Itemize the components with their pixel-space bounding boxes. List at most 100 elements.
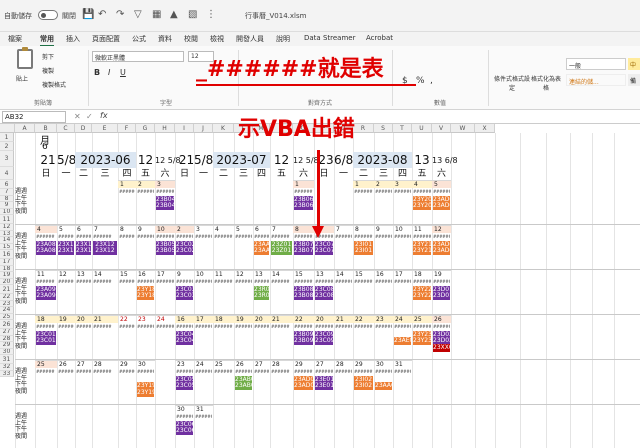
day-cell[interactable]: 8 (353, 225, 374, 233)
tab-10[interactable]: Data Streamer (304, 34, 355, 42)
day-cell[interactable]: 11 (35, 270, 57, 278)
event-badge[interactable]: 23Y22 (413, 292, 431, 300)
day-cell[interactable]: 25 (213, 360, 234, 368)
day-cell[interactable]: 24 (194, 360, 213, 368)
event-badge[interactable]: 23C07 (315, 247, 333, 255)
day-cell[interactable]: 19 (432, 270, 451, 278)
day-cell[interactable]: 18 (412, 270, 432, 278)
day-cell[interactable]: 21 (270, 315, 293, 323)
cut-button[interactable]: 剪下 (42, 52, 54, 61)
copy-button[interactable]: 複製 (42, 66, 54, 75)
column-header[interactable]: X (475, 124, 495, 133)
day-cell[interactable]: 4 (35, 225, 57, 233)
row-header[interactable]: 6 (0, 180, 14, 189)
day-cell[interactable]: 12 (432, 225, 451, 233)
event-badge[interactable]: 23C04 (176, 337, 193, 345)
day-cell[interactable]: 30 (374, 360, 393, 368)
column-header[interactable]: J (194, 124, 213, 133)
day-cell[interactable]: 22 (353, 315, 374, 323)
day-cell[interactable]: 1 (353, 180, 374, 188)
day-cell[interactable]: 27 (75, 360, 92, 368)
event-badge[interactable]: 23AA02 (375, 382, 392, 390)
event-badge[interactable]: 23AB01 (235, 382, 252, 390)
event-badge[interactable]: 23AD01 (294, 382, 313, 390)
save-icon[interactable]: 💾 (82, 9, 94, 21)
day-cell[interactable]: 28 (270, 360, 293, 368)
tab-7[interactable]: 檢視 (210, 34, 224, 44)
enter-icon[interactable]: ✓ (86, 112, 93, 121)
event-badge[interactable]: 23AA01 (254, 247, 269, 255)
day-cell[interactable]: 10 (194, 270, 213, 278)
column-header[interactable]: S (374, 124, 393, 133)
event-badge[interactable]: 23XX02 (433, 343, 450, 352)
italic-button[interactable]: I (108, 68, 110, 77)
row-header[interactable]: 11 (0, 215, 14, 224)
column-header[interactable]: U (412, 124, 432, 133)
day-cell[interactable]: 24 (393, 315, 412, 323)
event-badge[interactable]: 23X10 (58, 247, 74, 255)
underline-button[interactable]: U (120, 68, 126, 77)
event-badge[interactable]: 23AE01 (394, 337, 411, 345)
day-cell[interactable]: 15 (293, 270, 314, 278)
event-badge[interactable]: 23C08 (315, 292, 333, 300)
day-cell[interactable]: 3 (155, 180, 175, 188)
select-all-corner[interactable] (0, 124, 15, 133)
event-badge[interactable]: 23Y21 (413, 247, 431, 255)
day-cell[interactable]: 18 (213, 315, 234, 323)
day-cell[interactable]: 27 (253, 360, 270, 368)
table-icon[interactable]: ▧ (188, 9, 197, 21)
tab-2[interactable]: 插入 (66, 34, 80, 44)
undo-icon[interactable]: ↶ (98, 9, 106, 21)
column-header[interactable]: A (15, 124, 35, 133)
day-cell[interactable]: 21 (92, 315, 118, 323)
comma-button[interactable]: , (430, 76, 433, 86)
day-cell[interactable]: 29 (293, 360, 314, 368)
day-cell[interactable]: 2 (175, 225, 194, 233)
name-box[interactable]: AB32 (2, 111, 66, 123)
event-badge[interactable]: 23E01 (315, 382, 333, 390)
day-cell[interactable]: 5 (432, 180, 451, 188)
column-header[interactable]: V (432, 124, 451, 133)
day-cell[interactable]: 24 (155, 315, 175, 323)
conditional-format-button[interactable]: 條件式格式設定 (494, 74, 530, 92)
percent-button[interactable]: % (416, 76, 425, 86)
column-header[interactable]: W (451, 124, 475, 133)
event-badge[interactable]: 23B08 (294, 292, 313, 300)
day-cell[interactable]: 17 (194, 315, 213, 323)
tab-4[interactable]: 公式 (132, 34, 146, 44)
cancel-icon[interactable]: ✕ (74, 112, 81, 121)
row-header[interactable]: 2 (0, 142, 14, 151)
day-cell[interactable]: 14 (334, 270, 353, 278)
day-cell[interactable]: 23 (175, 360, 194, 368)
day-cell[interactable]: 15 (118, 270, 136, 278)
column-header[interactable]: I (175, 124, 194, 133)
format-painter-button[interactable]: 複製格式 (42, 80, 66, 89)
day-cell[interactable]: 28 (92, 360, 118, 368)
column-header[interactable]: G (136, 124, 155, 133)
day-cell[interactable]: 23 (374, 315, 393, 323)
chart-icon[interactable]: ▲ (170, 9, 178, 21)
spreadsheet-grid[interactable]: ABCDEFGHIJKLMNOPQRSTUVWX1234567891011121… (0, 124, 640, 448)
event-badge[interactable]: 23C09 (315, 337, 333, 345)
tab-0[interactable]: 檔案 (8, 34, 22, 44)
day-cell[interactable]: 3 (393, 180, 412, 188)
event-badge[interactable]: 23C02 (176, 247, 193, 255)
style-normal[interactable]: 一般 (566, 58, 626, 70)
event-badge[interactable]: 23X12 (93, 247, 117, 255)
tab-5[interactable]: 資料 (158, 34, 172, 44)
row-header[interactable]: 16 (0, 250, 14, 259)
row-header[interactable]: 33 (0, 370, 14, 377)
tab-11[interactable]: Acrobat (366, 34, 393, 42)
day-cell[interactable]: 10 (155, 225, 175, 233)
event-badge[interactable]: 23B04 (156, 202, 174, 210)
redo-icon[interactable]: ↷ (116, 9, 124, 21)
day-cell[interactable]: 3 (194, 225, 213, 233)
day-cell[interactable]: 7 (334, 225, 353, 233)
column-header[interactable]: D (75, 124, 92, 133)
day-cell[interactable]: 23 (136, 315, 155, 323)
day-cell[interactable]: 6 (75, 225, 92, 233)
font-name-select[interactable]: 微軟正黑體 (92, 51, 184, 62)
day-cell[interactable]: 12 (234, 270, 253, 278)
paste-button[interactable]: 貼上 (16, 74, 28, 83)
column-header[interactable]: E (92, 124, 118, 133)
